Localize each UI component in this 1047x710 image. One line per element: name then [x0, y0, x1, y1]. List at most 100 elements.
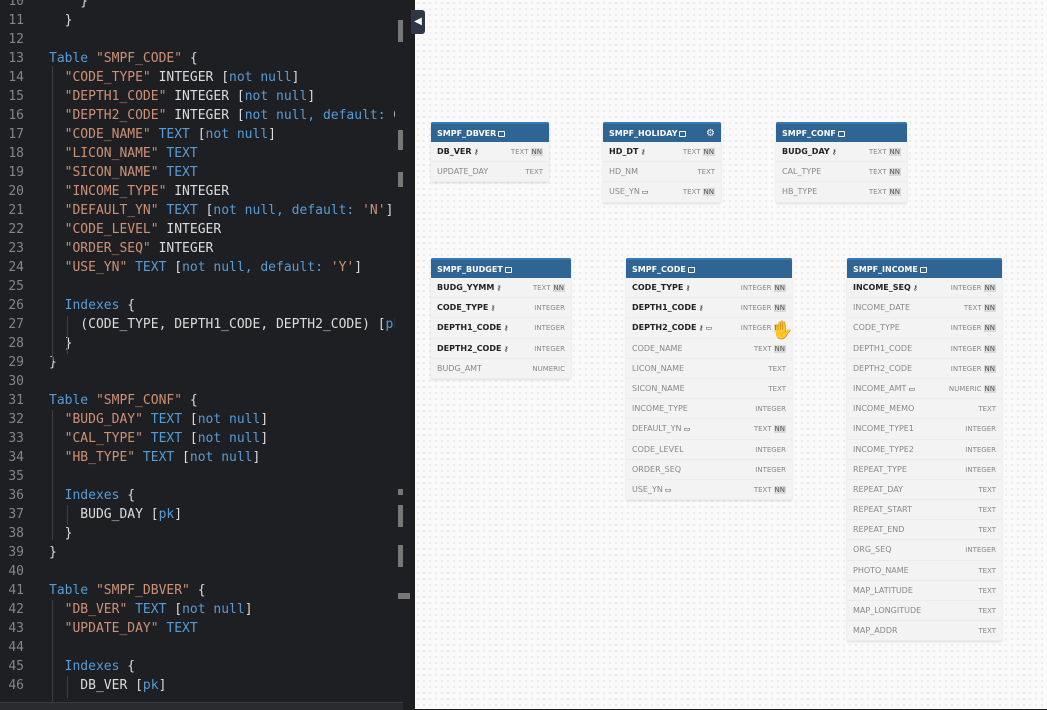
code-line[interactable]: 34 "HB_TYPE" TEXT [not null] [0, 448, 260, 467]
field-row[interactable]: CODE_TYPE INTEGER NN [847, 318, 1002, 339]
field-row[interactable]: INCOME_TYPE INTEGER [626, 399, 792, 420]
table-header[interactable]: SMPF_CONF [776, 122, 907, 142]
code-line[interactable]: 42 "DB_VER" TEXT [not null] [0, 600, 252, 619]
field-row[interactable]: CODE_NAME TEXT NN [626, 339, 792, 359]
field-row[interactable]: INCOME_TYPE1 INTEGER [847, 419, 1002, 440]
field-row[interactable]: DB_VER ⚷ TEXT NN [431, 142, 549, 163]
code-line[interactable]: 39} [0, 543, 56, 562]
code-line[interactable]: 40 [0, 562, 49, 581]
table-header[interactable]: SMPF_DBVER [431, 122, 549, 142]
code-line[interactable]: 30 [0, 372, 49, 391]
editor-scrollbar[interactable] [395, 0, 411, 709]
note-icon[interactable]: ▭ [706, 324, 713, 332]
code-line[interactable]: 23 "ORDER_SEQ" INTEGER [0, 239, 213, 258]
table-header[interactable]: SMPF_HOLIDAY ⚙ [603, 122, 721, 142]
code-line[interactable]: 25 [0, 277, 49, 296]
field-row[interactable]: INCOME_TYPE2 INTEGER [847, 440, 1002, 460]
note-icon[interactable]: ▭ [908, 385, 915, 393]
code-line[interactable]: 31 Table "SMPF_CONF" { [0, 391, 197, 410]
field-row[interactable]: HB_TYPE TEXT NN [776, 182, 907, 203]
field-row[interactable]: REPEAT_END TEXT [847, 520, 1002, 541]
code-line[interactable]: 16 "DEPTH2_CODE" INTEGER [not null, defa… [0, 106, 401, 125]
code-line[interactable]: 26 Indexes { [0, 296, 135, 315]
field-row[interactable]: REPEAT_START TEXT [847, 500, 1002, 521]
code-line[interactable]: 22 "CODE_LEVEL" INTEGER [0, 220, 221, 239]
table-header[interactable]: SMPF_CODE [626, 258, 792, 278]
code-line[interactable]: 44 [0, 638, 49, 657]
field-row[interactable]: LICON_NAME TEXT [626, 359, 792, 379]
code-line[interactable]: 19 "SICON_NAME" TEXT [0, 163, 197, 182]
field-row[interactable]: MAP_ADDR TEXT [847, 621, 1002, 642]
field-row[interactable]: INCOME_AMT ▭ NUMERIC NN [847, 379, 1002, 400]
code-line[interactable]: 38 } [0, 524, 72, 543]
code-line[interactable]: 36 Indexes { [0, 486, 135, 505]
code-line[interactable]: 13 Table "SMPF_CODE" { [0, 49, 197, 68]
code-line[interactable]: 11 } [0, 11, 72, 30]
table-card-smpf-income[interactable]: SMPF_INCOME INCOME_SEQ ⚷ INTEGER NN INCOME_DA… [847, 258, 1002, 642]
code-line[interactable]: 15 "DEPTH1_CODE" INTEGER [not null] [0, 87, 315, 106]
field-row[interactable]: CODE_TYPE ⚷ INTEGER NN [626, 278, 792, 299]
note-icon[interactable] [687, 266, 695, 273]
field-row[interactable]: DEPTH2_CODE ⚷ ▭ INTEGER NN [626, 318, 792, 339]
code-line[interactable]: 10 } [0, 0, 88, 11]
code-editor[interactable]: 10 } 11 } 12 13 Table "SMPF_CODE" {14 "CODE_… [0, 0, 411, 709]
table-card-smpf-holiday[interactable]: SMPF_HOLIDAY ⚙ HD_DT ⚷ TEXT NN HD_NM TEXT USE_YN… [603, 122, 721, 203]
field-row[interactable]: INCOME_SEQ ⚷ INTEGER NN [847, 278, 1002, 299]
table-header[interactable]: SMPF_BUDGET [431, 258, 571, 278]
field-row[interactable]: BUDG_AMT NUMERIC [431, 359, 571, 379]
code-line[interactable]: 20 "INCOME_TYPE" INTEGER [0, 182, 229, 201]
code-line[interactable]: 12 [0, 30, 49, 49]
table-header[interactable]: SMPF_INCOME [847, 258, 1002, 278]
note-icon[interactable] [504, 266, 512, 273]
field-row[interactable]: DEPTH1_CODE ⚷ INTEGER [431, 318, 571, 339]
note-icon[interactable] [498, 130, 506, 137]
code-line[interactable]: 21 "DEFAULT_YN" TEXT [not null, default:… [0, 201, 393, 220]
code-line[interactable]: 18 "LICON_NAME" TEXT [0, 144, 197, 163]
code-line[interactable]: 43 "UPDATE_DAY" TEXT [0, 619, 197, 638]
field-row[interactable]: MAP_LONGITUDE TEXT [847, 601, 1002, 622]
field-row[interactable]: CAL_TYPE TEXT NN [776, 162, 907, 183]
gear-icon[interactable]: ⚙ [706, 124, 715, 144]
field-row[interactable]: SICON_NAME TEXT [626, 379, 792, 400]
field-row[interactable]: DEPTH2_CODE INTEGER NN [847, 359, 1002, 379]
field-row[interactable]: CODE_LEVEL INTEGER [626, 440, 792, 460]
field-row[interactable]: BUDG_DAY ⚷ TEXT NN [776, 142, 907, 163]
table-card-smpf-dbver[interactable]: SMPF_DBVER DB_VER ⚷ TEXT NN UPDATE_DAY TEXT [431, 122, 549, 183]
code-line[interactable]: 27 (CODE_TYPE, DEPTH1_CODE, DEPTH2_CODE)… [0, 315, 409, 334]
note-icon[interactable] [919, 266, 927, 273]
code-line[interactable]: 24 "USE_YN" TEXT [not null, default: 'Y'… [0, 258, 362, 277]
code-line[interactable]: 45 Indexes { [0, 657, 135, 676]
field-row[interactable]: UPDATE_DAY TEXT [431, 162, 549, 183]
note-icon[interactable]: ▭ [665, 486, 672, 494]
code-line[interactable]: 33 "CAL_TYPE" TEXT [not null] [0, 429, 268, 448]
code-line[interactable]: 29} [0, 353, 56, 372]
field-row[interactable]: DEPTH1_CODE INTEGER NN [847, 339, 1002, 359]
code-line[interactable]: 17 "CODE_NAME" TEXT [not null] [0, 125, 276, 144]
note-icon[interactable] [679, 130, 687, 137]
field-row[interactable]: DEPTH1_CODE ⚷ INTEGER NN [626, 298, 792, 319]
field-row[interactable]: INCOME_DATE TEXT NN [847, 298, 1002, 319]
field-row[interactable]: PHOTO_NAME TEXT [847, 561, 1002, 581]
note-icon[interactable] [837, 130, 845, 137]
code-line[interactable]: 35 [0, 467, 49, 486]
field-row[interactable]: INCOME_MEMO TEXT [847, 399, 1002, 420]
field-row[interactable]: REPEAT_DAY TEXT [847, 480, 1002, 501]
field-row[interactable]: ORG_SEQ INTEGER [847, 540, 1002, 561]
field-row[interactable]: CODE_TYPE ⚷ INTEGER [431, 298, 571, 319]
field-row[interactable]: USE_YN ▭ TEXT NN [603, 182, 721, 203]
field-row[interactable]: HD_NM TEXT [603, 162, 721, 183]
field-row[interactable]: MAP_LATITUDE TEXT [847, 581, 1002, 601]
table-card-smpf-code[interactable]: SMPF_CODE CODE_TYPE ⚷ INTEGER NN DEPTH1_CODE ⚷… [626, 258, 792, 501]
code-line[interactable]: 32 "BUDG_DAY" TEXT [not null] [0, 410, 268, 429]
code-line[interactable]: 41 Table "SMPF_DBVER" { [0, 581, 205, 600]
table-card-smpf-conf[interactable]: SMPF_CONF BUDG_DAY ⚷ TEXT NN CAL_TYPE TEXT NN HB… [776, 122, 907, 203]
note-icon[interactable]: ▭ [684, 425, 691, 433]
code-line[interactable]: 46 DB_VER [pk] [0, 676, 166, 695]
table-card-smpf-budget[interactable]: SMPF_BUDGET BUDG_YYMM ⚷ TEXT NN CODE_TYPE ⚷ INT… [431, 258, 571, 379]
field-row[interactable]: DEFAULT_YN ▭ TEXT NN [626, 419, 792, 440]
field-row[interactable]: DEPTH2_CODE ⚷ INTEGER [431, 339, 571, 359]
code-line[interactable]: 14 "CODE_TYPE" INTEGER [not null] [0, 68, 299, 87]
code-line[interactable]: 28 } [0, 334, 72, 353]
collapse-editor-button[interactable]: ◀ [411, 10, 425, 34]
field-row[interactable]: ORDER_SEQ INTEGER [626, 460, 792, 480]
